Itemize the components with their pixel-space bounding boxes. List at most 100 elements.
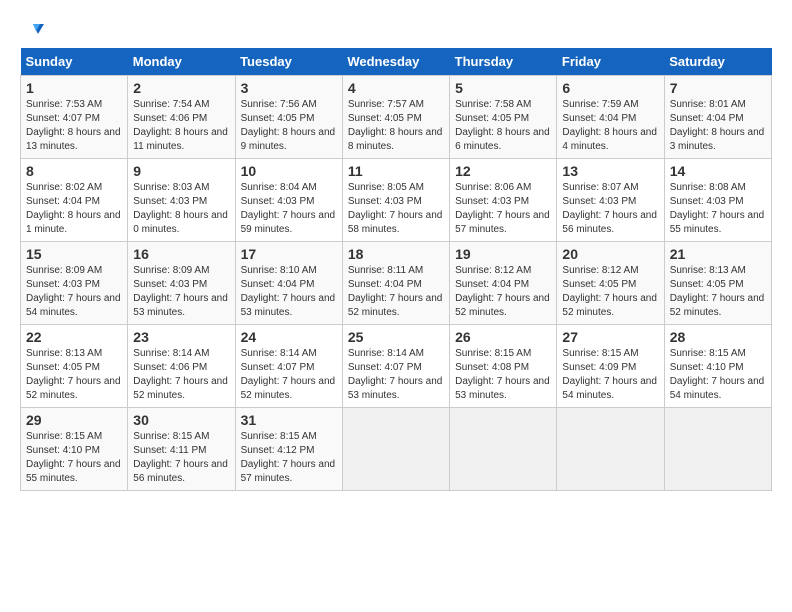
day-info: Sunrise: 8:14 AMSunset: 4:06 PMDaylight:… (133, 348, 228, 401)
logo-bird-icon (22, 20, 44, 42)
calendar-cell: 18 Sunrise: 8:11 AMSunset: 4:04 PMDaylig… (342, 242, 449, 325)
day-info: Sunrise: 8:15 AMSunset: 4:10 PMDaylight:… (26, 431, 121, 484)
day-number: 29 (26, 412, 122, 428)
calendar-cell: 22 Sunrise: 8:13 AMSunset: 4:05 PMDaylig… (21, 325, 128, 408)
calendar-cell (664, 408, 771, 491)
day-number: 31 (241, 412, 337, 428)
calendar-week-row: 1 Sunrise: 7:53 AMSunset: 4:07 PMDayligh… (21, 76, 772, 159)
calendar-cell: 8 Sunrise: 8:02 AMSunset: 4:04 PMDayligh… (21, 159, 128, 242)
calendar-cell: 15 Sunrise: 8:09 AMSunset: 4:03 PMDaylig… (21, 242, 128, 325)
calendar-cell: 27 Sunrise: 8:15 AMSunset: 4:09 PMDaylig… (557, 325, 664, 408)
weekday-header-friday: Friday (557, 48, 664, 76)
day-number: 23 (133, 329, 229, 345)
day-info: Sunrise: 8:07 AMSunset: 4:03 PMDaylight:… (562, 182, 657, 235)
day-info: Sunrise: 8:13 AMSunset: 4:05 PMDaylight:… (670, 265, 765, 318)
day-number: 7 (670, 80, 766, 96)
weekday-header-tuesday: Tuesday (235, 48, 342, 76)
day-number: 9 (133, 163, 229, 179)
calendar-cell: 11 Sunrise: 8:05 AMSunset: 4:03 PMDaylig… (342, 159, 449, 242)
weekday-header-row: SundayMondayTuesdayWednesdayThursdayFrid… (21, 48, 772, 76)
calendar-cell: 5 Sunrise: 7:58 AMSunset: 4:05 PMDayligh… (450, 76, 557, 159)
day-info: Sunrise: 8:09 AMSunset: 4:03 PMDaylight:… (26, 265, 121, 318)
day-info: Sunrise: 8:13 AMSunset: 4:05 PMDaylight:… (26, 348, 121, 401)
weekday-header-sunday: Sunday (21, 48, 128, 76)
day-info: Sunrise: 8:12 AMSunset: 4:05 PMDaylight:… (562, 265, 657, 318)
day-info: Sunrise: 8:10 AMSunset: 4:04 PMDaylight:… (241, 265, 336, 318)
calendar-cell: 4 Sunrise: 7:57 AMSunset: 4:05 PMDayligh… (342, 76, 449, 159)
calendar-cell: 6 Sunrise: 7:59 AMSunset: 4:04 PMDayligh… (557, 76, 664, 159)
calendar-table: SundayMondayTuesdayWednesdayThursdayFrid… (20, 48, 772, 491)
day-info: Sunrise: 8:04 AMSunset: 4:03 PMDaylight:… (241, 182, 336, 235)
day-number: 25 (348, 329, 444, 345)
day-number: 6 (562, 80, 658, 96)
calendar-cell: 3 Sunrise: 7:56 AMSunset: 4:05 PMDayligh… (235, 76, 342, 159)
calendar-cell: 17 Sunrise: 8:10 AMSunset: 4:04 PMDaylig… (235, 242, 342, 325)
day-info: Sunrise: 8:11 AMSunset: 4:04 PMDaylight:… (348, 265, 443, 318)
day-info: Sunrise: 7:56 AMSunset: 4:05 PMDaylight:… (241, 99, 336, 152)
calendar-cell: 29 Sunrise: 8:15 AMSunset: 4:10 PMDaylig… (21, 408, 128, 491)
day-number: 16 (133, 246, 229, 262)
calendar-cell: 26 Sunrise: 8:15 AMSunset: 4:08 PMDaylig… (450, 325, 557, 408)
weekday-header-saturday: Saturday (664, 48, 771, 76)
day-info: Sunrise: 8:08 AMSunset: 4:03 PMDaylight:… (670, 182, 765, 235)
day-number: 3 (241, 80, 337, 96)
calendar-cell: 31 Sunrise: 8:15 AMSunset: 4:12 PMDaylig… (235, 408, 342, 491)
day-number: 1 (26, 80, 122, 96)
day-info: Sunrise: 7:57 AMSunset: 4:05 PMDaylight:… (348, 99, 443, 152)
day-number: 10 (241, 163, 337, 179)
calendar-cell: 28 Sunrise: 8:15 AMSunset: 4:10 PMDaylig… (664, 325, 771, 408)
day-info: Sunrise: 8:09 AMSunset: 4:03 PMDaylight:… (133, 265, 228, 318)
day-info: Sunrise: 7:58 AMSunset: 4:05 PMDaylight:… (455, 99, 550, 152)
page-header (20, 20, 772, 38)
day-number: 30 (133, 412, 229, 428)
calendar-cell: 16 Sunrise: 8:09 AMSunset: 4:03 PMDaylig… (128, 242, 235, 325)
day-number: 18 (348, 246, 444, 262)
day-number: 2 (133, 80, 229, 96)
day-info: Sunrise: 7:53 AMSunset: 4:07 PMDaylight:… (26, 99, 121, 152)
day-info: Sunrise: 8:05 AMSunset: 4:03 PMDaylight:… (348, 182, 443, 235)
day-info: Sunrise: 8:15 AMSunset: 4:11 PMDaylight:… (133, 431, 228, 484)
calendar-cell: 14 Sunrise: 8:08 AMSunset: 4:03 PMDaylig… (664, 159, 771, 242)
calendar-cell: 13 Sunrise: 8:07 AMSunset: 4:03 PMDaylig… (557, 159, 664, 242)
day-number: 17 (241, 246, 337, 262)
day-number: 12 (455, 163, 551, 179)
weekday-header-monday: Monday (128, 48, 235, 76)
day-number: 26 (455, 329, 551, 345)
day-number: 24 (241, 329, 337, 345)
day-number: 27 (562, 329, 658, 345)
day-number: 20 (562, 246, 658, 262)
day-number: 15 (26, 246, 122, 262)
calendar-cell: 1 Sunrise: 7:53 AMSunset: 4:07 PMDayligh… (21, 76, 128, 159)
calendar-cell: 21 Sunrise: 8:13 AMSunset: 4:05 PMDaylig… (664, 242, 771, 325)
day-info: Sunrise: 8:15 AMSunset: 4:10 PMDaylight:… (670, 348, 765, 401)
calendar-cell: 7 Sunrise: 8:01 AMSunset: 4:04 PMDayligh… (664, 76, 771, 159)
day-number: 21 (670, 246, 766, 262)
day-info: Sunrise: 8:15 AMSunset: 4:12 PMDaylight:… (241, 431, 336, 484)
day-info: Sunrise: 7:59 AMSunset: 4:04 PMDaylight:… (562, 99, 657, 152)
calendar-cell (557, 408, 664, 491)
calendar-cell: 25 Sunrise: 8:14 AMSunset: 4:07 PMDaylig… (342, 325, 449, 408)
calendar-cell: 19 Sunrise: 8:12 AMSunset: 4:04 PMDaylig… (450, 242, 557, 325)
day-info: Sunrise: 8:15 AMSunset: 4:08 PMDaylight:… (455, 348, 550, 401)
weekday-header-wednesday: Wednesday (342, 48, 449, 76)
day-info: Sunrise: 8:06 AMSunset: 4:03 PMDaylight:… (455, 182, 550, 235)
logo (20, 20, 44, 38)
day-info: Sunrise: 8:03 AMSunset: 4:03 PMDaylight:… (133, 182, 228, 235)
calendar-cell: 10 Sunrise: 8:04 AMSunset: 4:03 PMDaylig… (235, 159, 342, 242)
day-info: Sunrise: 8:12 AMSunset: 4:04 PMDaylight:… (455, 265, 550, 318)
calendar-week-row: 8 Sunrise: 8:02 AMSunset: 4:04 PMDayligh… (21, 159, 772, 242)
day-number: 28 (670, 329, 766, 345)
calendar-cell: 30 Sunrise: 8:15 AMSunset: 4:11 PMDaylig… (128, 408, 235, 491)
day-number: 19 (455, 246, 551, 262)
day-number: 13 (562, 163, 658, 179)
day-number: 11 (348, 163, 444, 179)
day-info: Sunrise: 8:02 AMSunset: 4:04 PMDaylight:… (26, 182, 121, 235)
day-info: Sunrise: 8:01 AMSunset: 4:04 PMDaylight:… (670, 99, 765, 152)
day-info: Sunrise: 8:14 AMSunset: 4:07 PMDaylight:… (241, 348, 336, 401)
calendar-week-row: 15 Sunrise: 8:09 AMSunset: 4:03 PMDaylig… (21, 242, 772, 325)
calendar-cell: 23 Sunrise: 8:14 AMSunset: 4:06 PMDaylig… (128, 325, 235, 408)
calendar-cell (342, 408, 449, 491)
day-info: Sunrise: 7:54 AMSunset: 4:06 PMDaylight:… (133, 99, 228, 152)
calendar-cell: 9 Sunrise: 8:03 AMSunset: 4:03 PMDayligh… (128, 159, 235, 242)
day-number: 5 (455, 80, 551, 96)
